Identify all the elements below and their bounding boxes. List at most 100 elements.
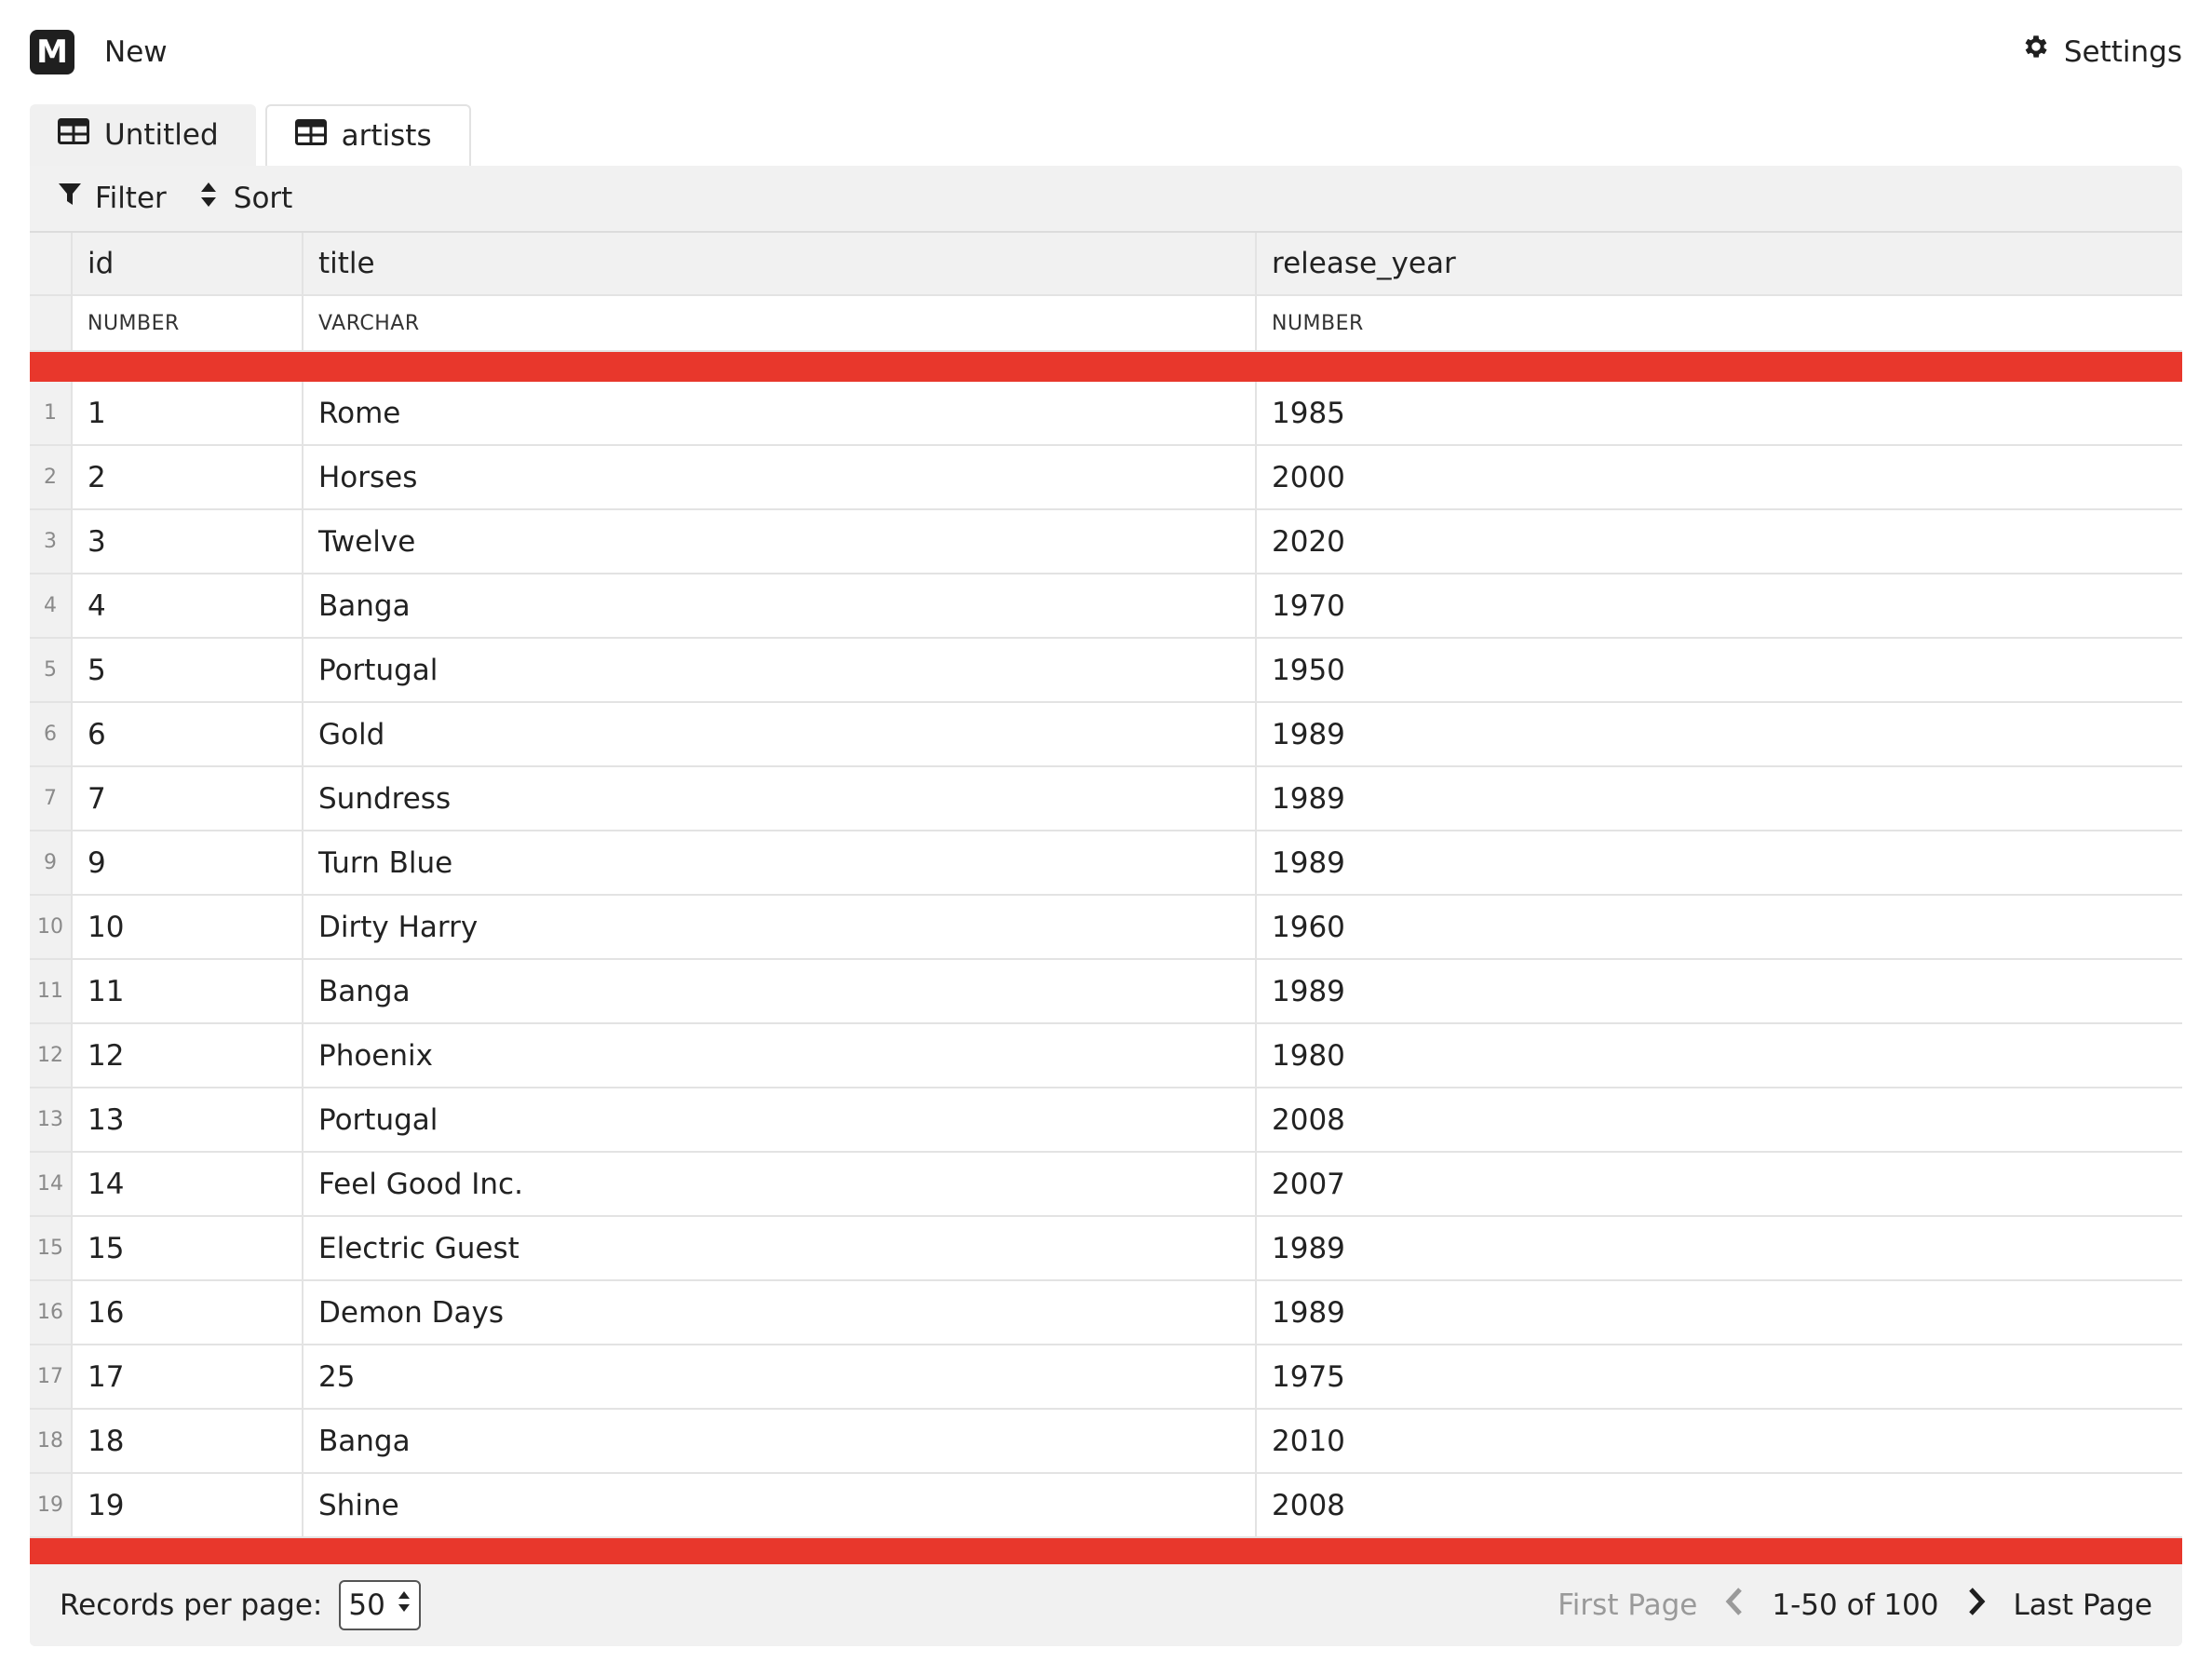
cell-title[interactable]: Turn Blue [303, 831, 1257, 894]
cell-release-year[interactable]: 1989 [1257, 1217, 2182, 1279]
data-grid: id title release_year NUMBER VARCHAR NUM… [30, 231, 2182, 1568]
table-row[interactable]: 13 13 Portugal 2008 [30, 1088, 2182, 1153]
cell-id[interactable]: 12 [73, 1024, 303, 1087]
table-row[interactable]: 9 9 Turn Blue 1989 [30, 831, 2182, 896]
column-header-release-year[interactable]: release_year [1257, 233, 2182, 294]
cell-title[interactable]: Banga [303, 574, 1257, 637]
cell-id[interactable]: 17 [73, 1345, 303, 1408]
cell-release-year[interactable]: 1950 [1257, 639, 2182, 701]
cell-release-year[interactable]: 1989 [1257, 960, 2182, 1022]
table-row[interactable]: 17 17 25 1975 [30, 1345, 2182, 1410]
cell-title[interactable]: Horses [303, 446, 1257, 508]
new-button[interactable]: New [104, 32, 168, 73]
cell-release-year[interactable]: 1985 [1257, 382, 2182, 444]
cell-title[interactable]: Dirty Harry [303, 896, 1257, 958]
cell-release-year[interactable]: 2000 [1257, 446, 2182, 508]
filter-button[interactable]: Filter [58, 182, 167, 215]
table-row[interactable]: 19 19 Shine 2008 [30, 1474, 2182, 1538]
cell-id[interactable]: 14 [73, 1153, 303, 1215]
tab-artists[interactable]: artists [264, 104, 471, 166]
table-row[interactable]: 18 18 Banga 2010 [30, 1410, 2182, 1474]
cell-release-year[interactable]: 1975 [1257, 1345, 2182, 1408]
cell-title[interactable]: Portugal [303, 639, 1257, 701]
cell-id[interactable]: 15 [73, 1217, 303, 1279]
cell-id[interactable]: 9 [73, 831, 303, 894]
table-row[interactable]: 4 4 Banga 1970 [30, 574, 2182, 639]
records-per-page-select[interactable]: 50 [339, 1580, 422, 1630]
cell-id[interactable]: 6 [73, 703, 303, 765]
cell-title[interactable]: Phoenix [303, 1024, 1257, 1087]
top-accent-bar [30, 352, 2182, 382]
cell-release-year[interactable]: 1960 [1257, 896, 2182, 958]
table-row[interactable]: 3 3 Twelve 2020 [30, 510, 2182, 574]
sort-button[interactable]: Sort [196, 182, 292, 215]
cell-title[interactable]: Banga [303, 960, 1257, 1022]
table-row[interactable]: 11 11 Banga 1989 [30, 960, 2182, 1024]
row-number: 10 [30, 896, 73, 958]
cell-title[interactable]: Electric Guest [303, 1217, 1257, 1279]
first-page-button[interactable]: First Page [1558, 1588, 1697, 1622]
cell-title[interactable]: Sundress [303, 767, 1257, 830]
filter-label: Filter [95, 182, 167, 215]
cell-title[interactable]: Gold [303, 703, 1257, 765]
table-row[interactable]: 5 5 Portugal 1950 [30, 639, 2182, 703]
cell-title[interactable]: Twelve [303, 510, 1257, 573]
cell-release-year[interactable]: 2020 [1257, 510, 2182, 573]
next-page-button[interactable] [1967, 1587, 1986, 1624]
cell-release-year[interactable]: 1970 [1257, 574, 2182, 637]
table-row[interactable]: 16 16 Demon Days 1989 [30, 1281, 2182, 1345]
table-row[interactable]: 1 1 Rome 1985 [30, 382, 2182, 446]
row-number: 19 [30, 1474, 73, 1536]
table-row[interactable]: 6 6 Gold 1989 [30, 703, 2182, 767]
tab-label: artists [341, 119, 432, 153]
table-row[interactable]: 15 15 Electric Guest 1989 [30, 1217, 2182, 1281]
cell-id[interactable]: 11 [73, 960, 303, 1022]
table-icon [58, 118, 89, 152]
table-icon [294, 119, 327, 153]
table-row[interactable]: 14 14 Feel Good Inc. 2007 [30, 1153, 2182, 1217]
cell-release-year[interactable]: 1989 [1257, 831, 2182, 894]
cell-id[interactable]: 3 [73, 510, 303, 573]
cell-title[interactable]: Rome [303, 382, 1257, 444]
cell-id[interactable]: 18 [73, 1410, 303, 1472]
tab-untitled[interactable]: Untitled [30, 104, 256, 166]
row-number: 2 [30, 446, 73, 508]
cell-release-year[interactable]: 1980 [1257, 1024, 2182, 1087]
cell-id[interactable]: 2 [73, 446, 303, 508]
cell-release-year[interactable]: 2008 [1257, 1474, 2182, 1536]
last-page-button[interactable]: Last Page [2014, 1588, 2152, 1622]
select-arrows-icon [397, 1588, 411, 1623]
table-row[interactable]: 12 12 Phoenix 1980 [30, 1024, 2182, 1088]
cell-release-year[interactable]: 1989 [1257, 1281, 2182, 1344]
column-header-title[interactable]: title [303, 233, 1257, 294]
cell-id[interactable]: 4 [73, 574, 303, 637]
cell-title[interactable]: Shine [303, 1474, 1257, 1536]
column-header-id[interactable]: id [73, 233, 303, 294]
previous-page-button[interactable] [1725, 1587, 1744, 1624]
records-per-page-label: Records per page: [60, 1588, 323, 1622]
row-number: 5 [30, 639, 73, 701]
cell-id[interactable]: 1 [73, 382, 303, 444]
table-row[interactable]: 7 7 Sundress 1989 [30, 767, 2182, 831]
cell-title[interactable]: Feel Good Inc. [303, 1153, 1257, 1215]
cell-title[interactable]: Portugal [303, 1088, 1257, 1151]
cell-id[interactable]: 5 [73, 639, 303, 701]
tab-label: Untitled [104, 118, 219, 152]
cell-id[interactable]: 19 [73, 1474, 303, 1536]
cell-title[interactable]: Banga [303, 1410, 1257, 1472]
cell-id[interactable]: 13 [73, 1088, 303, 1151]
cell-release-year[interactable]: 2007 [1257, 1153, 2182, 1215]
gear-icon [2021, 32, 2051, 73]
settings-button[interactable]: Settings [2021, 32, 2182, 73]
cell-release-year[interactable]: 2010 [1257, 1410, 2182, 1472]
cell-title[interactable]: 25 [303, 1345, 1257, 1408]
cell-id[interactable]: 16 [73, 1281, 303, 1344]
cell-release-year[interactable]: 2008 [1257, 1088, 2182, 1151]
cell-title[interactable]: Demon Days [303, 1281, 1257, 1344]
cell-release-year[interactable]: 1989 [1257, 767, 2182, 830]
cell-id[interactable]: 7 [73, 767, 303, 830]
table-row[interactable]: 10 10 Dirty Harry 1960 [30, 896, 2182, 960]
table-row[interactable]: 2 2 Horses 2000 [30, 446, 2182, 510]
cell-id[interactable]: 10 [73, 896, 303, 958]
cell-release-year[interactable]: 1989 [1257, 703, 2182, 765]
